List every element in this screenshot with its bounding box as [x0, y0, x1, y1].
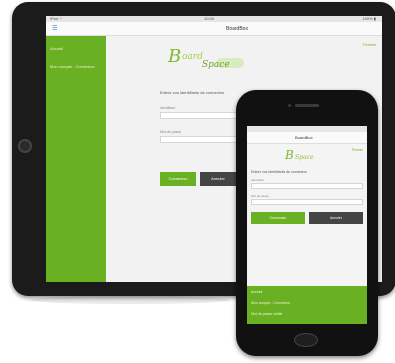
phone-password-label: Mot de passe — [251, 194, 270, 198]
sidebar-item-account[interactable]: Mon compte - Connexion — [50, 64, 95, 69]
phone-menu-item-forgot[interactable]: Mot de passe oublié — [251, 312, 282, 316]
tablet-sidebar: Accueil Mon compte - Connexion — [46, 36, 106, 282]
login-prompt: Entrez vos identifiants de connexion — [160, 90, 225, 95]
status-battery: 100% ▮ — [362, 16, 376, 21]
boardspace-logo: B oard Space — [168, 46, 248, 72]
phone-close-link[interactable]: Fermer — [352, 148, 363, 152]
phone-logo-word: Space — [295, 154, 314, 161]
tablet-nav-title: BoardBox — [226, 26, 248, 32]
cancel-button[interactable]: Annuler — [200, 172, 236, 186]
phone-bottom-menu: Accueil Mon compte - Connexion Mot de pa… — [247, 286, 367, 324]
menu-icon[interactable]: ☰ — [52, 25, 57, 32]
logo-word-1: oard — [182, 52, 203, 62]
phone-home-button[interactable] — [294, 333, 318, 347]
logo-word-2: Space — [202, 60, 230, 70]
phone-earpiece — [295, 104, 319, 107]
phone-login-button[interactable]: Connexion — [251, 212, 305, 224]
phone-screen: BoardBox B Space Fermer Entrez vos ident… — [247, 126, 367, 324]
device-shadow — [30, 296, 230, 304]
phone-logo-letter: B — [285, 148, 294, 162]
phone-cancel-button[interactable]: Annuler — [309, 212, 363, 224]
password-label: Mot de passe — [160, 130, 182, 134]
tablet-close-link[interactable]: Fermer — [363, 42, 376, 47]
phone-nav-title: BoardBox — [295, 135, 313, 140]
login-label: Identifiant — [160, 106, 176, 110]
phone-login-prompt: Entrez vos identifiants de connexion — [251, 170, 308, 174]
phone-menu-item-home[interactable]: Accueil — [251, 290, 262, 294]
phone-camera — [288, 104, 291, 107]
tablet-nav-bar: ☰ BoardBox — [46, 22, 382, 36]
logo-letter: B — [168, 46, 182, 67]
phone-boardspace-logo: B Space — [285, 148, 331, 166]
status-time: 10:00 — [204, 16, 215, 21]
phone-device: BoardBox B Space Fermer Entrez vos ident… — [236, 90, 378, 356]
phone-password-input[interactable] — [251, 199, 363, 205]
phone-login-input[interactable] — [251, 183, 363, 189]
phone-menu-item-account[interactable]: Mon compte - Connexion — [251, 301, 290, 305]
sidebar-item-home[interactable]: Accueil — [50, 46, 63, 51]
login-button[interactable]: Connexion — [160, 172, 196, 186]
tablet-home-button[interactable] — [18, 139, 32, 153]
phone-nav-bar: BoardBox — [247, 132, 367, 144]
phone-login-label: Identifiant — [251, 178, 265, 182]
